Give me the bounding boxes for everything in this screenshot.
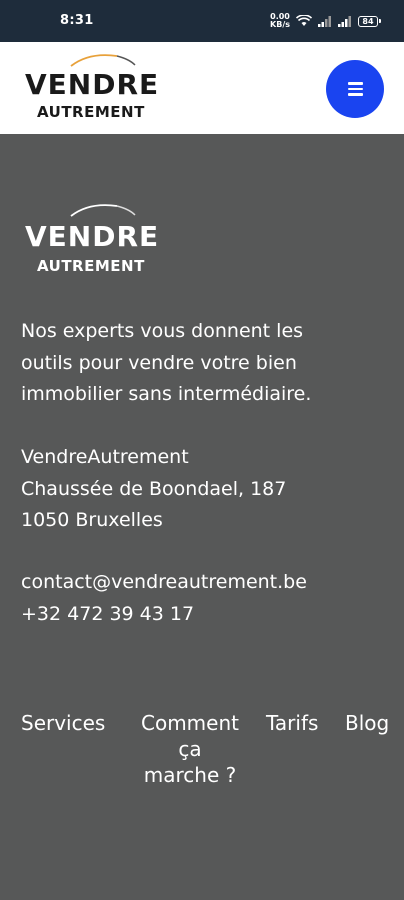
roof-arc-icon bbox=[70, 54, 136, 67]
nav-comment-ca-marche-link[interactable]: Comment ça marche ? bbox=[130, 710, 250, 788]
email-link[interactable]: contact@vendreautrement.be bbox=[21, 567, 307, 599]
footer-contact: contact@vendreautrement.be +32 472 39 43… bbox=[21, 567, 307, 630]
status-icons: 0.00 KB/s 84 bbox=[270, 12, 381, 29]
signal-icon bbox=[318, 15, 331, 27]
logo-word-autrement: AUTREMENT bbox=[37, 103, 145, 121]
street-address: Chaussée de Boondael, 187 bbox=[21, 477, 287, 500]
signal-icon bbox=[338, 15, 351, 27]
hamburger-icon bbox=[347, 82, 363, 96]
nav-tarifs-link[interactable]: Tarifs bbox=[266, 710, 318, 736]
status-bar: 8:31 0.00 KB/s 84 bbox=[0, 0, 404, 42]
roof-arc-icon bbox=[70, 204, 136, 217]
city-address: 1050 Bruxelles bbox=[21, 509, 163, 531]
wifi-icon bbox=[296, 15, 312, 26]
nav-blog-link[interactable]: Blog bbox=[345, 710, 389, 736]
logo-word-autrement: AUTREMENT bbox=[37, 257, 145, 275]
nav-services-link[interactable]: Services bbox=[21, 710, 105, 736]
company-name: VendreAutrement bbox=[21, 446, 189, 468]
site-header: VENDRE AUTREMENT bbox=[0, 42, 404, 134]
logo-word-vendre: VENDRE bbox=[25, 220, 160, 253]
phone-link[interactable]: +32 472 39 43 17 bbox=[21, 599, 307, 631]
footer-description: Nos experts vous donnent les outils pour… bbox=[21, 320, 312, 405]
footer-address: VendreAutrement Chaussée de Boondael, 18… bbox=[21, 442, 286, 537]
logo-word-vendre: VENDRE bbox=[25, 68, 160, 101]
status-time: 8:31 bbox=[60, 13, 94, 28]
menu-button[interactable] bbox=[326, 60, 384, 118]
battery-icon: 84 bbox=[358, 15, 381, 27]
data-speed-indicator: 0.00 KB/s bbox=[270, 12, 290, 29]
